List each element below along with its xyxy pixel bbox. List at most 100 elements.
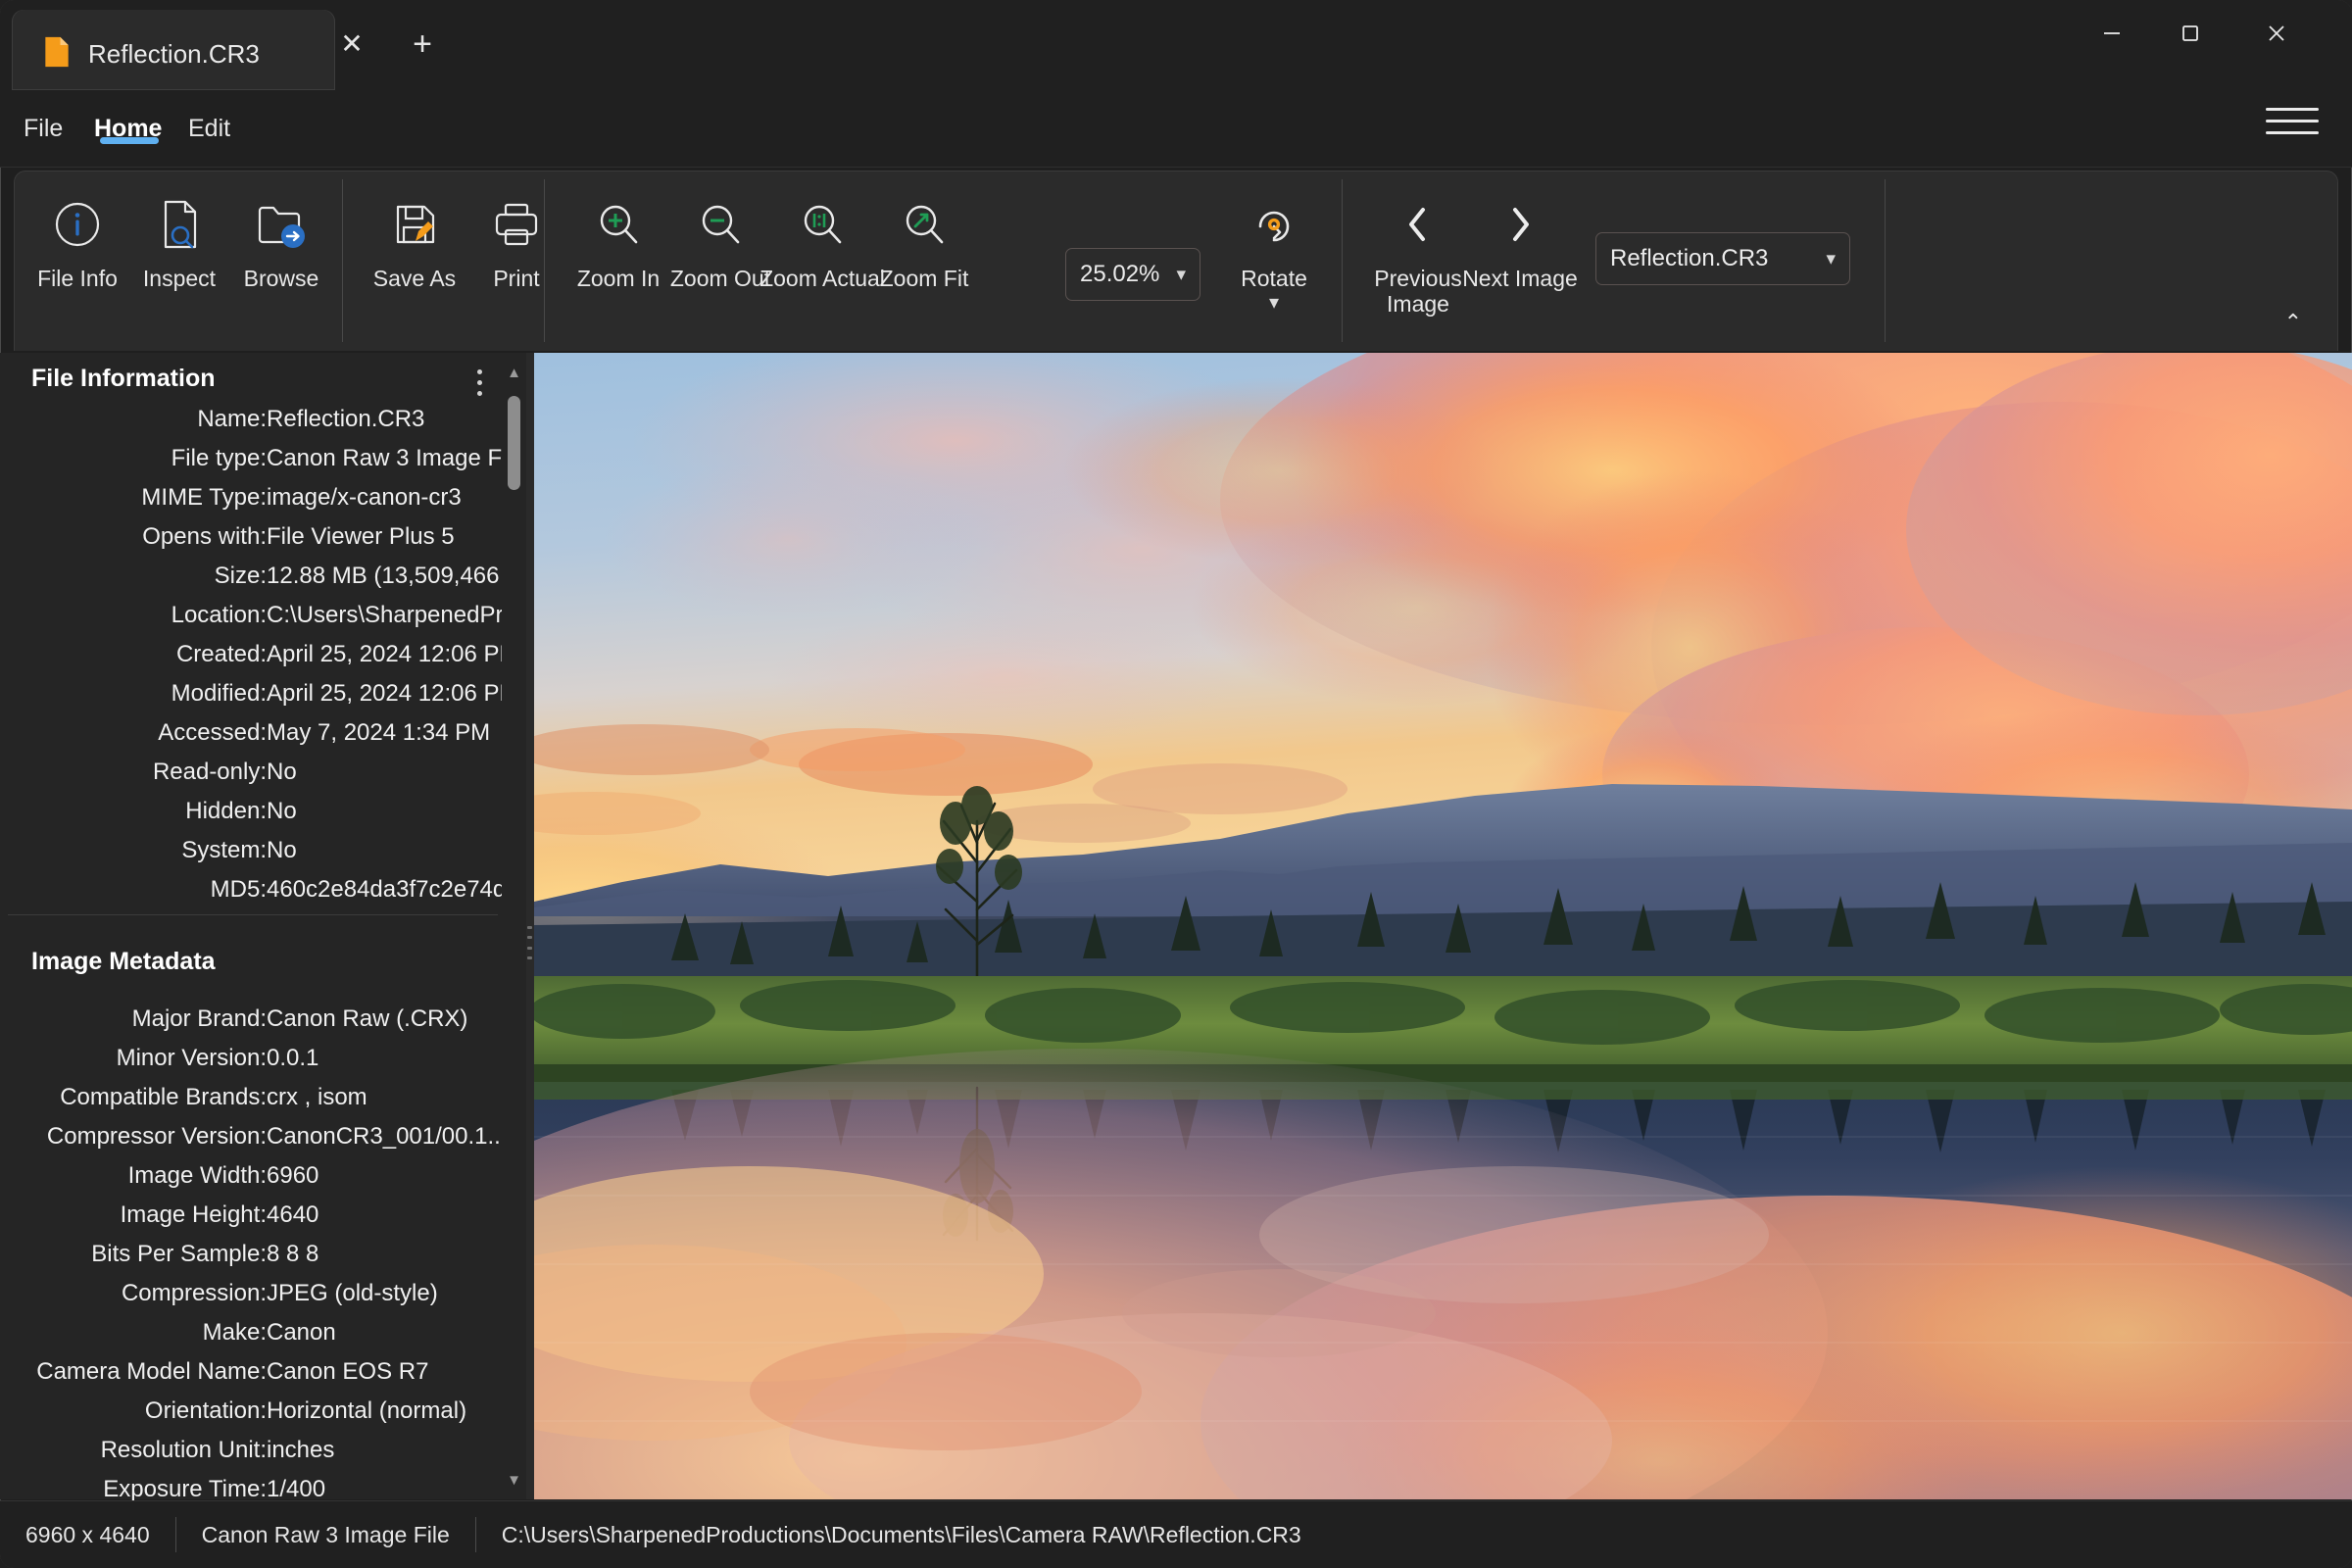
inspect-button[interactable]: Inspect	[121, 189, 238, 291]
menu-edit[interactable]: Edit	[188, 104, 230, 153]
metadata-row: Resolution Unit:inches	[0, 1431, 502, 1470]
row-value: 0.0.1	[267, 1045, 502, 1072]
row-key: MIME Type:	[0, 484, 267, 512]
magnifier-minus-icon	[693, 189, 748, 260]
sunset-lake-reflection-photo	[534, 353, 2352, 1499]
document-tab[interactable]: Reflection.CR3	[12, 10, 335, 90]
inspect-label: Inspect	[143, 266, 216, 291]
ribbon-separator	[544, 179, 545, 342]
zoom-level-combobox[interactable]: 25.02% ▾	[1065, 248, 1200, 301]
row-value: Canon EOS R7	[267, 1358, 502, 1386]
close-tab-icon[interactable]: ✕	[333, 25, 370, 63]
menu-home[interactable]: Home	[94, 104, 162, 153]
printer-icon	[489, 189, 544, 260]
new-tab-icon[interactable]: +	[402, 24, 443, 65]
row-key: System:	[0, 837, 267, 864]
row-value: Reflection.CR3	[267, 406, 502, 433]
maximize-button[interactable]	[2156, 8, 2225, 59]
info-row: Hidden:No	[0, 792, 502, 831]
menu-bar: File Home Edit	[0, 90, 2352, 168]
hamburger-menu-icon[interactable]	[2260, 94, 2325, 147]
previous-image-button[interactable]: Previous Image	[1359, 189, 1477, 318]
row-value: 4640	[267, 1201, 502, 1229]
metadata-row: Image Height:4640	[0, 1196, 502, 1235]
status-file-type: Canon Raw 3 Image File	[176, 1522, 475, 1548]
info-row: System:No	[0, 831, 502, 870]
row-value: 12.88 MB (13,509,466 bytes)	[267, 563, 502, 590]
row-value: 8 8 8	[267, 1241, 502, 1268]
metadata-row: Compressor Version:CanonCR3_001/00.1...	[0, 1117, 502, 1156]
row-key: MD5:	[0, 876, 267, 904]
file-info-label: File Info	[37, 266, 118, 291]
row-key: Hidden:	[0, 798, 267, 825]
print-button[interactable]: Print	[458, 189, 575, 291]
scrollbar-thumb[interactable]	[508, 396, 520, 490]
row-value: April 25, 2024 12:06 PM	[267, 680, 502, 708]
section-divider	[8, 914, 498, 915]
row-value: crx , isom	[267, 1084, 502, 1111]
browse-button[interactable]: Browse	[222, 189, 340, 291]
next-image-button[interactable]: Next Image	[1461, 189, 1579, 291]
row-key: Compatible Brands:	[0, 1084, 267, 1111]
zoom-fit-button[interactable]: Zoom Fit	[865, 189, 983, 291]
chevron-left-icon	[1396, 189, 1441, 260]
status-file-path: C:\Users\SharpenedProductions\Documents\…	[476, 1522, 1327, 1548]
ribbon-separator	[1342, 179, 1343, 342]
sidebar-scrollbar[interactable]: ▲ ▼	[502, 353, 526, 1499]
image-select-value: Reflection.CR3	[1610, 245, 1768, 272]
scroll-up-arrow-icon[interactable]: ▲	[502, 359, 526, 386]
status-dimensions: 6960 x 4640	[0, 1522, 175, 1548]
row-value: C:\Users\SharpenedProduct...	[267, 602, 502, 629]
row-key: Compression:	[0, 1280, 267, 1307]
row-key: Camera Model Name:	[0, 1358, 267, 1386]
info-row: MIME Type:image/x-canon-cr3	[0, 478, 502, 517]
chevron-down-icon: ▾	[1826, 248, 1836, 270]
row-key: Exposure Time:	[0, 1476, 267, 1503]
image-metadata-title: Image Metadata	[31, 948, 216, 976]
info-row: File type:Canon Raw 3 Image File (.cr3)	[0, 439, 502, 478]
info-row: Created:April 25, 2024 12:06 PM	[0, 635, 502, 674]
close-window-button[interactable]	[2242, 8, 2311, 59]
rotate-icon	[1247, 189, 1301, 260]
minimize-button[interactable]	[2078, 8, 2146, 59]
ribbon-separator	[1885, 179, 1886, 342]
metadata-row: Image Width:6960	[0, 1156, 502, 1196]
row-value: 6960	[267, 1162, 502, 1190]
row-key: Resolution Unit:	[0, 1437, 267, 1464]
row-key: Orientation:	[0, 1397, 267, 1425]
status-bar: 6960 x 4640 Canon Raw 3 Image File C:\Us…	[0, 1500, 2352, 1568]
image-viewer[interactable]	[534, 353, 2352, 1499]
row-key: Created:	[0, 641, 267, 668]
info-row: Location:C:\Users\SharpenedProduct...	[0, 596, 502, 635]
row-value: May 7, 2024 1:34 PM	[267, 719, 502, 747]
chevron-right-icon	[1497, 189, 1543, 260]
rotate-button[interactable]: Rotate ▾	[1215, 189, 1333, 313]
metadata-row: Compression:JPEG (old-style)	[0, 1274, 502, 1313]
print-label: Print	[493, 266, 539, 291]
application-window: Reflection.CR3 ✕ + File Home Edit	[0, 0, 2352, 1568]
panel-options-kebab-icon[interactable]	[466, 363, 492, 402]
title-bar: Reflection.CR3 ✕ +	[0, 0, 2352, 90]
file-info-button[interactable]: File Info	[19, 189, 136, 291]
zoom-out-label: Zoom Out	[670, 266, 770, 291]
scroll-down-arrow-icon[interactable]: ▼	[502, 1466, 526, 1494]
save-as-button[interactable]: Save As	[356, 189, 473, 291]
row-value: No	[267, 798, 502, 825]
zoom-actual-button[interactable]: Zoom Actual	[763, 189, 881, 291]
menu-file[interactable]: File	[24, 104, 63, 153]
image-select-combobox[interactable]: Reflection.CR3 ▾	[1595, 232, 1850, 285]
row-value: inches	[267, 1437, 502, 1464]
splitter-grip[interactable]	[527, 926, 532, 959]
collapse-ribbon-icon[interactable]: ⌃	[2284, 310, 2302, 335]
zoom-fit-label: Zoom Fit	[880, 266, 969, 291]
row-key: Major Brand:	[0, 1005, 267, 1033]
metadata-row: Bits Per Sample:8 8 8	[0, 1235, 502, 1274]
zoom-in-label: Zoom In	[577, 266, 660, 291]
row-value: Horizontal (normal)	[267, 1397, 502, 1425]
ribbon-toolbar: File Info Inspect Browse	[14, 171, 2338, 351]
row-value: No	[267, 759, 502, 786]
zoom-in-button[interactable]: Zoom In	[560, 189, 677, 291]
row-key: Read-only:	[0, 759, 267, 786]
rotate-chevron-down-icon[interactable]: ▾	[1269, 293, 1279, 313]
info-row: Opens with:File Viewer Plus 5	[0, 517, 502, 557]
